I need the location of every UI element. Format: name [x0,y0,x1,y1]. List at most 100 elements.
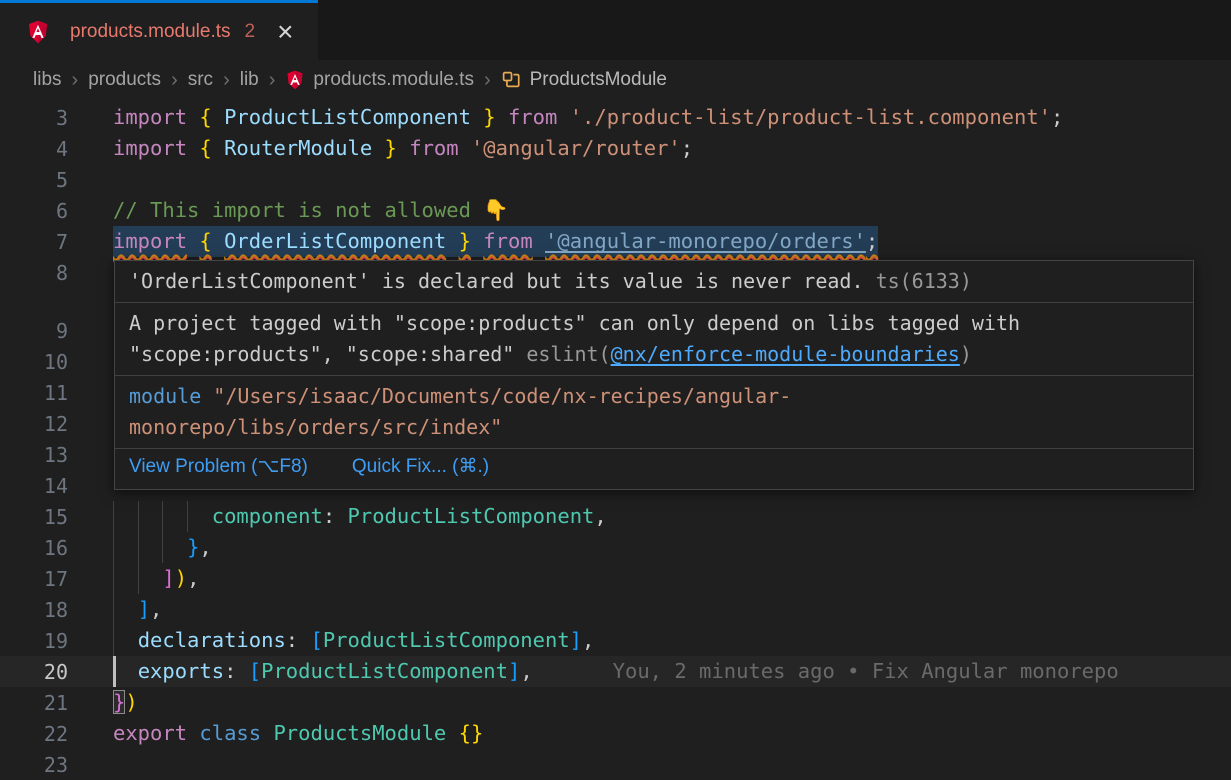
code-token: ; [866,229,878,253]
code-token: { [199,229,211,253]
module-keyword: module [129,384,201,408]
code-token [471,229,483,253]
code-text: export class ProductsModule {} [113,718,1231,749]
code-token: : [224,659,249,683]
code-line-7[interactable]: 7import { OrderListComponent } from '@an… [0,226,1231,257]
code-token [496,105,508,129]
code-text: }, [113,532,1231,563]
code-token [397,136,409,160]
code-text: component: ProductListComponent, [113,501,1231,532]
code-token: } [113,690,125,714]
line-number: 16 [0,536,113,560]
chevron-right-icon: › [223,69,230,92]
code-token [187,229,199,253]
close-icon[interactable]: × [277,22,293,42]
line-number: 18 [0,598,113,622]
chevron-right-icon: › [171,69,178,92]
code-token: } [483,105,495,129]
line-number: 11 [0,381,113,405]
breadcrumb: libs › products › src › lib › products.m… [0,60,1231,100]
indent-guide [187,501,188,532]
indent-guide [138,563,139,594]
git-blame-annotation: You, 2 minutes ago • Fix Angular monorep… [613,659,1119,683]
error-highlight-range: import { OrderListComponent } from '@ang… [113,226,878,257]
line-number: 8 [0,261,113,285]
code-token: ProductListComponent [261,659,508,683]
code-token [471,105,483,129]
line-number: 22 [0,722,113,746]
code-token: {} [459,721,484,745]
breadcrumb-item-file[interactable]: products.module.ts [313,69,474,91]
code-line-23[interactable]: 23 [0,749,1231,780]
code-token [113,659,138,683]
line-number: 20 [0,660,113,684]
breadcrumb-item-src[interactable]: src [188,69,213,91]
code-token: '@angular-monorepo/orders' [545,229,866,253]
code-token [533,229,545,253]
code-token [372,136,384,160]
code-token: : [323,504,348,528]
quick-fix-action[interactable]: Quick Fix... (⌘.) [352,453,489,481]
code-token: ProductListComponent [224,105,471,129]
breadcrumb-item-symbol[interactable]: ProductsModule [530,69,667,91]
code-line-5[interactable]: 5 [0,164,1231,195]
line-number: 14 [0,474,113,498]
code-token: import [113,229,187,253]
code-token [187,105,199,129]
line-number: 7 [0,230,113,254]
code-token: from [508,105,557,129]
code-line-20[interactable]: 20 exports: [ProductListComponent],You, … [0,656,1231,687]
code-token: './product-list/product-list.component' [570,105,1051,129]
code-token: ] [570,628,582,652]
code-line-18[interactable]: 18 ], [0,594,1231,625]
code-token: component [212,504,323,528]
tab-title: products.module.ts [70,21,231,43]
code-token: , [150,597,162,621]
code-line-17[interactable]: 17 ]), [0,563,1231,594]
code-token: { [199,136,211,160]
code-line-15[interactable]: 15 component: ProductListComponent, [0,501,1231,532]
diagnostic-source: eslint( [526,342,610,366]
diagnostic-text: 'OrderListComponent' is declared but its… [129,269,864,293]
line-number: 12 [0,412,113,436]
line-number: 5 [0,168,113,192]
code-text: import { RouterModule } from '@angular/r… [113,133,1231,164]
breadcrumb-item-products[interactable]: products [88,69,161,91]
code-token: , [199,535,211,559]
breadcrumb-item-lib[interactable]: lib [240,69,259,91]
code-line-21[interactable]: 21}) [0,687,1231,718]
code-text: declarations: [ProductListComponent], [113,625,1231,656]
code-token [446,229,458,253]
code-line-6[interactable]: 6// This import is not allowed 👇 [0,195,1231,226]
code-line-16[interactable]: 16 }, [0,532,1231,563]
indent-guide [138,501,139,532]
line-number: 10 [0,350,113,374]
view-problem-action[interactable]: View Problem (⌥F8) [129,453,308,481]
code-text [113,749,1231,780]
code-token [212,229,224,253]
code-token: ) [125,690,137,714]
breadcrumb-item-libs[interactable]: libs [33,69,62,91]
code-token: [ [249,659,261,683]
code-token: class [199,721,261,745]
code-token [212,105,224,129]
line-number: 15 [0,505,113,529]
code-token: : [286,628,311,652]
code-line-22[interactable]: 22export class ProductsModule {} [0,718,1231,749]
line-number: 23 [0,753,113,777]
code-line-19[interactable]: 19 declarations: [ProductListComponent], [0,625,1231,656]
indent-guide [138,532,139,563]
code-line-4[interactable]: 4import { RouterModule } from '@angular/… [0,133,1231,164]
indent-guide [113,563,114,594]
tab-products-module-ts[interactable]: products.module.ts 2 × [0,0,318,60]
code-text: // This import is not allowed 👇 [113,195,1231,226]
angular-file-icon [26,19,50,45]
code-token: , [594,504,606,528]
eslint-rule-link[interactable]: @nx/enforce-module-boundaries [611,342,960,366]
code-token [187,136,199,160]
line-number: 19 [0,629,113,653]
code-line-3[interactable]: 3import { ProductListComponent } from '.… [0,102,1231,133]
ts-diagnostic-message: 'OrderListComponent' is declared but its… [115,261,1193,302]
line-number: 9 [0,319,113,343]
code-token [446,721,458,745]
